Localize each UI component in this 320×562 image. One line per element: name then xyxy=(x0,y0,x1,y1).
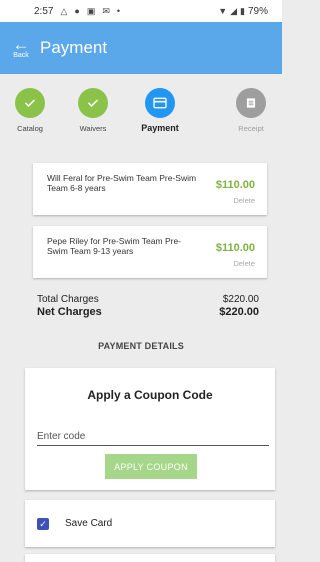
step-label: Receipt xyxy=(238,124,264,133)
save-card-label: Save Card xyxy=(65,518,113,529)
cart-item: Pepe Riley for Pre-Swim Team Pre-Swim Te… xyxy=(33,226,267,278)
item-price: $110.00 xyxy=(215,179,255,191)
notification-icon: △ xyxy=(60,5,68,16)
coupon-card: Apply a Coupon Code APPLY COUPON xyxy=(25,368,275,490)
battery-icon: ▮ xyxy=(240,5,245,16)
wifi-icon: ▼ xyxy=(218,5,228,16)
step-waivers[interactable]: Waivers xyxy=(60,88,126,133)
step-catalog[interactable]: Catalog xyxy=(0,88,63,133)
step-receipt[interactable]: Receipt xyxy=(218,88,284,133)
payment-details-heading: PAYMENT DETAILS xyxy=(98,341,184,351)
next-card xyxy=(25,554,275,562)
apply-coupon-button[interactable]: APPLY COUPON xyxy=(105,454,197,479)
delete-item-button[interactable]: Delete xyxy=(233,196,255,205)
step-label: Catalog xyxy=(17,124,43,133)
dot-icon: • xyxy=(116,5,121,16)
item-description: Pepe Riley for Pre-Swim Team Pre-Swim Te… xyxy=(47,236,181,256)
coupon-title: Apply a Coupon Code xyxy=(87,388,213,402)
status-bar: 2:57 △ ● ▣ ✉ • ▼ ◢ ▮ 79% xyxy=(0,0,282,22)
check-icon xyxy=(78,88,108,118)
back-button[interactable]: ← Back xyxy=(6,34,36,60)
net-charges-value: $220.00 xyxy=(219,306,259,318)
step-label: Waivers xyxy=(79,124,107,133)
total-charges-value: $220.00 xyxy=(222,294,259,305)
cart-item: Will Feral for Pre-Swim Team Pre-Swim Te… xyxy=(33,163,267,215)
credit-card-icon xyxy=(145,88,175,118)
total-charges-label: Total Charges xyxy=(37,294,99,305)
battery-level: 79% xyxy=(247,5,268,17)
net-charges-label: Net Charges xyxy=(37,306,102,318)
receipt-icon xyxy=(236,88,266,118)
calendar-icon: ▣ xyxy=(86,5,96,16)
step-payment[interactable]: Payment xyxy=(127,88,193,133)
item-price: $110.00 xyxy=(215,242,255,254)
save-card-checkbox[interactable]: ✓ xyxy=(37,517,49,530)
status-time: 2:57 xyxy=(34,5,54,17)
page-title: Payment xyxy=(40,38,108,57)
delete-item-button[interactable]: Delete xyxy=(233,259,255,268)
mail-icon: ✉ xyxy=(102,5,110,16)
app-bar: ← Back Payment xyxy=(0,22,282,74)
totals-summary: Total Charges $220.00 Net Charges $220.0… xyxy=(37,294,259,318)
back-label: Back xyxy=(13,51,29,59)
back-arrow-icon: ← xyxy=(12,34,30,54)
signal-icon: ◢ xyxy=(230,5,238,16)
save-card-row[interactable]: ✓ Save Card xyxy=(25,500,275,547)
coupon-code-input[interactable] xyxy=(37,428,269,446)
item-description: Will Feral for Pre-Swim Team Pre-Swim Te… xyxy=(47,173,197,193)
progress-stepper: Catalog Waivers Payment Receipt xyxy=(0,74,282,140)
check-icon xyxy=(15,88,45,118)
step-label: Payment xyxy=(141,123,179,133)
app-notification-icon: ● xyxy=(74,5,80,16)
